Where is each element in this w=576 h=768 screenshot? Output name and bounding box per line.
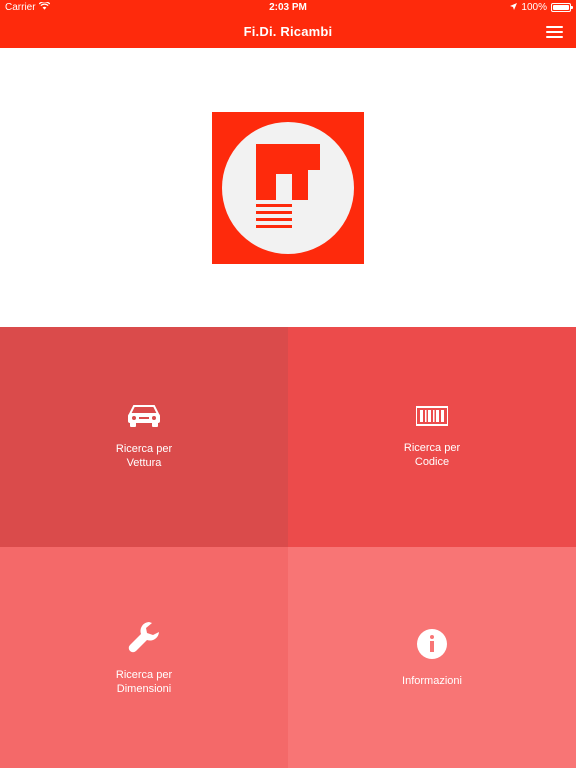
status-right: 100%	[510, 2, 573, 13]
tile-label-line1: Informazioni	[402, 674, 462, 687]
status-bar: Carrier 2:03 PM 100%	[0, 0, 576, 16]
wrench-icon	[127, 620, 161, 654]
battery-percent: 100%	[521, 2, 547, 13]
tile-label: Informazioni	[402, 674, 462, 688]
hamburger-menu-icon[interactable]	[546, 26, 563, 38]
status-time: 2:03 PM	[269, 2, 307, 13]
tile-label: Ricerca per Vettura	[116, 442, 172, 470]
location-arrow-icon	[510, 2, 518, 13]
tile-label-line2: Dimensioni	[116, 682, 172, 695]
tile-label: Ricerca per Dimensioni	[116, 668, 172, 696]
hero-area	[0, 48, 576, 327]
menu-grid: Ricerca per Vettura Ricerca per Codice R…	[0, 327, 576, 768]
tile-label-line1: Ricerca per	[115, 443, 173, 455]
nav-title: Fi.Di. Ricambi	[243, 24, 333, 39]
info-icon	[416, 628, 448, 660]
tile-label: Ricerca per Codice	[404, 441, 460, 469]
car-icon	[127, 404, 161, 428]
logo-mark	[256, 144, 320, 228]
nav-bar: Fi.Di. Ricambi	[0, 16, 576, 48]
barcode-icon	[416, 405, 448, 427]
tile-label-line1: Ricerca per	[403, 442, 461, 454]
tile-label-line1: Ricerca per	[115, 668, 173, 681]
tile-ricerca-vettura[interactable]: Ricerca per Vettura	[0, 327, 288, 547]
tile-ricerca-dimensioni[interactable]: Ricerca per Dimensioni	[0, 547, 288, 768]
app-logo	[212, 112, 364, 264]
tile-label-line2: Codice	[414, 456, 450, 468]
tile-ricerca-codice[interactable]: Ricerca per Codice	[288, 327, 576, 547]
tile-label-line2: Vettura	[126, 457, 162, 469]
battery-icon	[551, 3, 573, 12]
tile-informazioni[interactable]: Informazioni	[288, 547, 576, 768]
